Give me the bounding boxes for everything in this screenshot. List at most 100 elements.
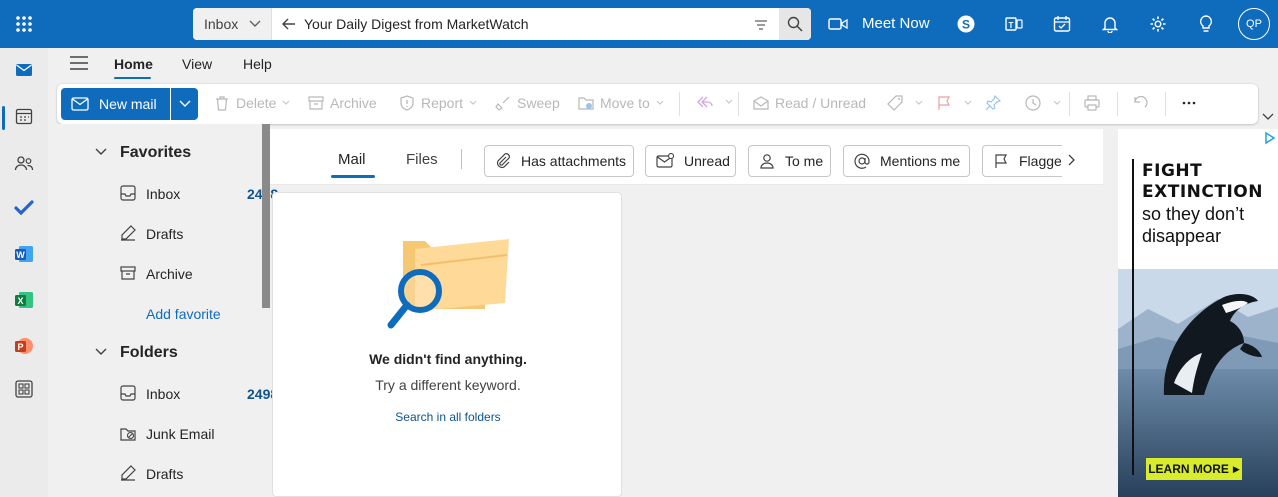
teams-icon[interactable]: T xyxy=(1002,12,1026,36)
chevron-down-icon xyxy=(964,100,972,105)
favorites-heading: Favorites xyxy=(120,144,192,161)
folder-search-illustration-icon xyxy=(387,239,509,329)
chevron-down-icon xyxy=(1053,100,1061,105)
advertisement[interactable]: FIGHT EXTINCTION so they don’t disappear… xyxy=(1118,129,1278,497)
print-button[interactable] xyxy=(1084,95,1106,111)
folder-move-icon xyxy=(578,97,594,110)
new-mail-dropdown[interactable] xyxy=(171,88,198,120)
folder-junk-email[interactable]: Junk Email 2 xyxy=(120,424,280,444)
search-all-folders-label: Search in all folders xyxy=(395,410,501,424)
search-box[interactable]: Inbox Your Daily Digest from MarketWatch xyxy=(193,8,811,40)
powerpoint-icon[interactable]: P xyxy=(12,334,36,358)
svg-text:T: T xyxy=(1009,21,1014,30)
move-to-button[interactable]: Move to xyxy=(578,95,664,111)
folder-pane-scrollbar[interactable] xyxy=(262,124,270,308)
filter-mentions-me[interactable]: Mentions me xyxy=(843,145,970,177)
orca-illustration-icon xyxy=(1163,294,1262,395)
envelope-icon xyxy=(71,97,89,111)
folder-label: Inbox xyxy=(146,386,181,402)
folder-label: Drafts xyxy=(146,226,184,242)
chevron-down-icon xyxy=(179,100,190,107)
report-label: Report xyxy=(421,95,464,111)
search-all-folders-link[interactable]: Search in all folders xyxy=(273,410,623,424)
undo-button[interactable] xyxy=(1132,95,1154,111)
archive-button[interactable]: Archive xyxy=(308,95,377,111)
archive-icon xyxy=(120,266,136,280)
tab-view[interactable]: View xyxy=(182,56,212,72)
delete-button[interactable]: Delete xyxy=(214,95,290,111)
favorite-inbox[interactable]: Inbox 2498 xyxy=(120,184,278,204)
filter-unread[interactable]: Unread xyxy=(645,145,736,177)
tab-files[interactable]: Files xyxy=(406,151,438,168)
read-unread-button[interactable]: Read / Unread xyxy=(753,95,866,111)
todo-icon[interactable] xyxy=(12,196,36,220)
sweep-button[interactable]: Sweep xyxy=(495,95,560,111)
bell-icon[interactable] xyxy=(1098,12,1122,36)
lightbulb-icon[interactable] xyxy=(1194,12,1218,36)
pin-button[interactable] xyxy=(985,95,1007,111)
people-icon[interactable] xyxy=(12,151,36,175)
categorize-button[interactable] xyxy=(887,95,923,111)
chevron-right-icon[interactable] xyxy=(1067,153,1075,169)
chevron-down-icon xyxy=(469,100,477,105)
learn-more-button[interactable]: LEARN MORE ▶ xyxy=(1146,458,1242,480)
tab-home[interactable]: Home xyxy=(114,56,153,72)
top-bar: Inbox Your Daily Digest from MarketWatch… xyxy=(0,0,1278,48)
add-favorite-link[interactable]: Add favorite xyxy=(146,306,221,322)
favorites-header[interactable]: Favorites xyxy=(48,144,248,166)
favorite-archive[interactable]: Archive xyxy=(120,264,270,284)
folder-drafts[interactable]: Drafts xyxy=(120,464,270,484)
back-arrow-icon[interactable] xyxy=(281,16,297,35)
tab-help[interactable]: Help xyxy=(243,56,272,72)
excel-icon[interactable]: X xyxy=(12,288,36,312)
report-button[interactable]: Report xyxy=(399,95,477,111)
new-mail-button[interactable]: New mail xyxy=(61,88,170,120)
filter-to-me[interactable]: To me xyxy=(748,145,831,177)
delete-label: Delete xyxy=(236,95,277,111)
filter-icon[interactable] xyxy=(754,18,768,34)
filter-flagged[interactable]: Flagge xyxy=(982,145,1062,177)
ribbon-tabs: Home View Help xyxy=(48,48,1278,80)
ribbon-divider xyxy=(1165,92,1166,116)
flag-button[interactable] xyxy=(936,95,972,111)
ribbon-divider xyxy=(738,92,739,116)
folder-inbox[interactable]: Inbox 2498 xyxy=(120,384,278,404)
ellipsis-icon xyxy=(1182,101,1196,105)
video-camera-icon[interactable] xyxy=(826,12,850,36)
tab-divider xyxy=(461,149,462,169)
favorite-drafts[interactable]: Drafts xyxy=(120,224,270,244)
more-apps-icon[interactable] xyxy=(12,377,36,401)
junk-icon xyxy=(120,428,136,441)
tab-mail[interactable]: Mail xyxy=(338,151,366,168)
broom-icon xyxy=(495,96,510,111)
filter-label: Flagge xyxy=(1019,153,1062,169)
filter-label: Has attachments xyxy=(521,153,627,169)
meet-now-button[interactable]: Meet Now xyxy=(862,15,930,32)
skype-icon[interactable]: S xyxy=(954,12,978,36)
hamburger-menu-icon[interactable] xyxy=(70,56,88,73)
chevron-down-icon xyxy=(283,100,290,105)
calendar-icon[interactable] xyxy=(12,104,36,128)
tag-icon xyxy=(887,95,903,111)
search-scope-dropdown[interactable]: Inbox xyxy=(193,8,272,40)
mail-icon[interactable] xyxy=(12,58,36,82)
gear-icon[interactable] xyxy=(1146,12,1170,36)
search-button[interactable] xyxy=(779,8,811,40)
filter-label: To me xyxy=(785,153,824,169)
trash-icon xyxy=(216,96,228,111)
avatar[interactable]: QP xyxy=(1238,8,1270,40)
ribbon-expand-chevron-icon[interactable] xyxy=(1262,108,1274,124)
more-options-button[interactable] xyxy=(1181,95,1203,111)
search-icon xyxy=(787,16,803,32)
app-rail: W X P xyxy=(0,48,48,497)
at-sign-icon xyxy=(854,153,870,169)
search-input[interactable]: Your Daily Digest from MarketWatch xyxy=(304,16,529,32)
snooze-button[interactable] xyxy=(1025,95,1061,111)
word-icon[interactable]: W xyxy=(12,242,36,266)
folders-header[interactable]: Folders xyxy=(48,344,248,366)
reply-all-button[interactable] xyxy=(695,95,733,109)
ad-choices-icon[interactable] xyxy=(1264,131,1276,145)
app-launcher-icon[interactable] xyxy=(12,12,36,36)
my-day-icon[interactable] xyxy=(1050,12,1074,36)
filter-has-attachments[interactable]: Has attachments xyxy=(484,145,634,177)
